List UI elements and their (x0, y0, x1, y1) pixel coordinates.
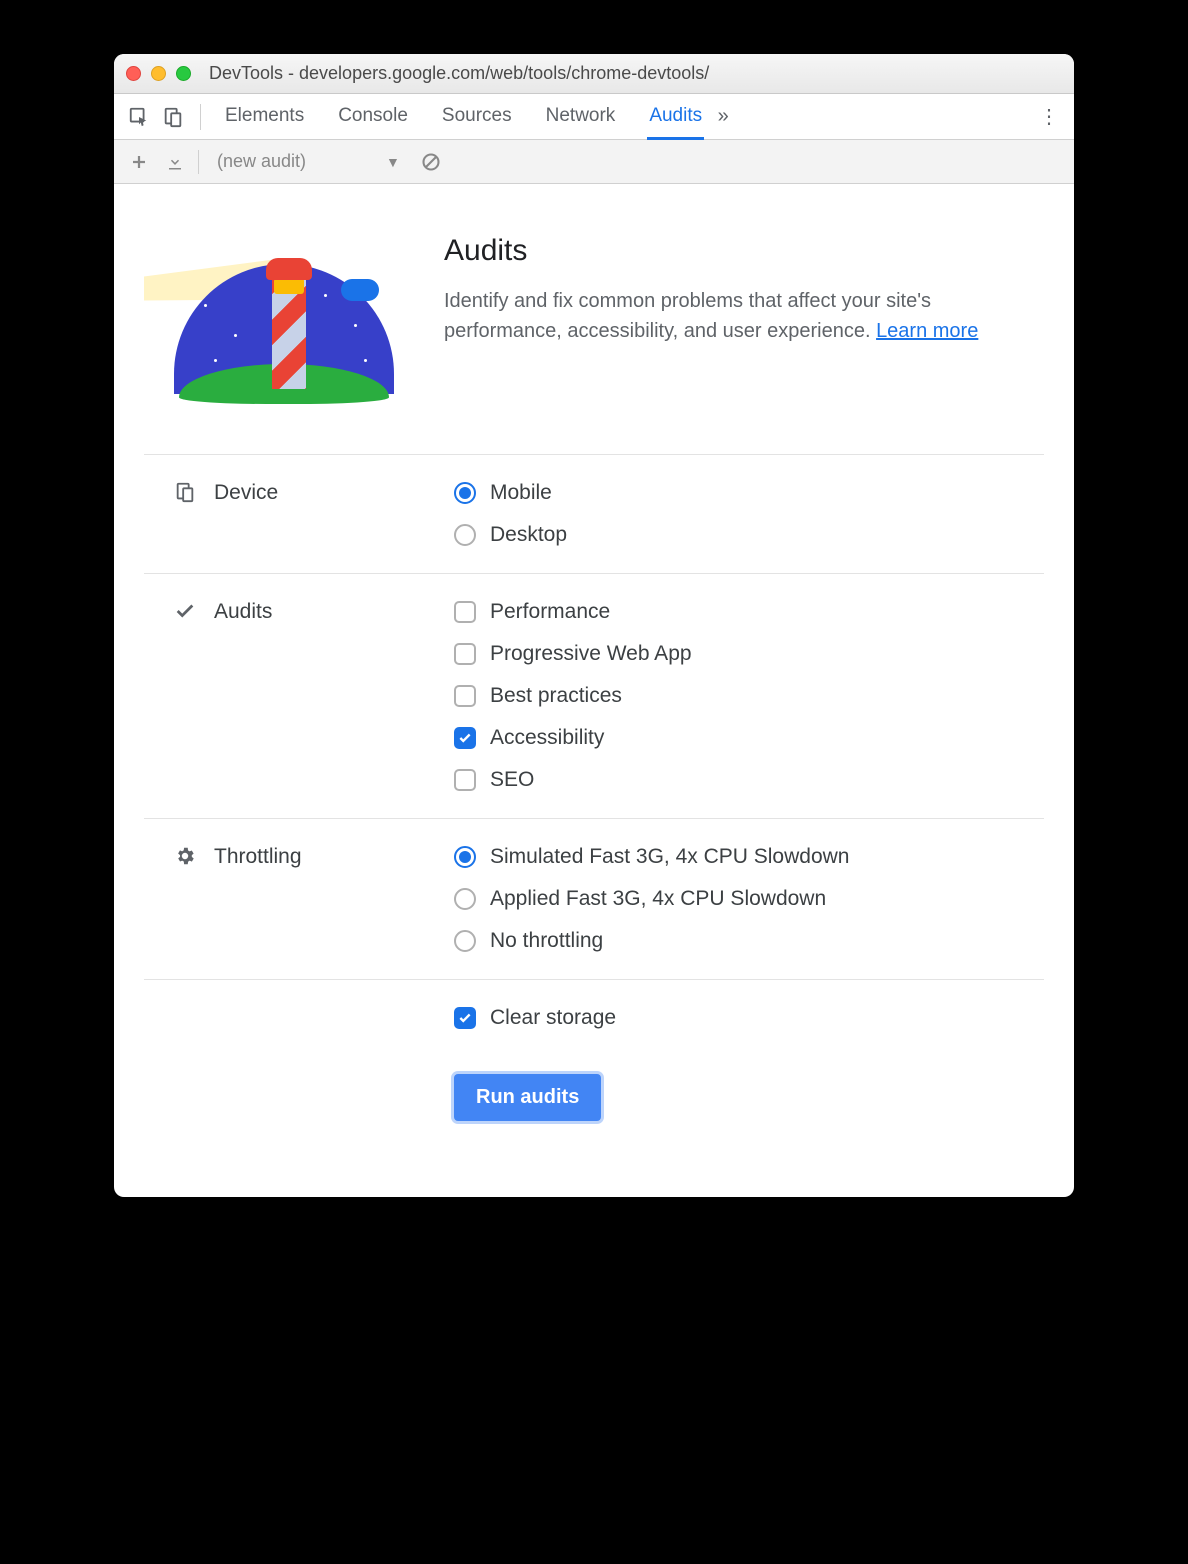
device-label: Device (154, 481, 434, 547)
storage-label-spacer (154, 1006, 434, 1121)
radio-icon (454, 524, 476, 546)
checkbox-icon (454, 727, 476, 749)
audit-option-best-practices[interactable]: Best practices (454, 684, 1034, 708)
checkbox-icon (454, 601, 476, 623)
learn-more-link[interactable]: Learn more (876, 320, 978, 342)
radio-icon (454, 482, 476, 504)
tab-audits[interactable]: Audits (647, 95, 704, 140)
device-section: Device Mobile Desktop (144, 454, 1044, 573)
audits-toolbar: (new audit) ▼ (114, 140, 1074, 184)
device-toolbar-icon[interactable] (158, 102, 188, 132)
checkbox-icon (454, 769, 476, 791)
chevron-down-icon: ▼ (386, 154, 400, 170)
clear-icon[interactable] (418, 149, 444, 175)
tab-sources[interactable]: Sources (440, 95, 514, 139)
window-title: DevTools - developers.google.com/web/too… (205, 63, 1062, 84)
gear-icon (174, 845, 198, 867)
throttling-option-none[interactable]: No throttling (454, 929, 1034, 953)
audits-options: Performance Progressive Web App Best pra… (454, 600, 1034, 792)
run-audits-button[interactable]: Run audits (454, 1074, 601, 1121)
devtools-window: DevTools - developers.google.com/web/too… (114, 54, 1074, 1197)
tab-network[interactable]: Network (544, 95, 618, 139)
audits-panel: Audits Identify and fix common problems … (114, 184, 1074, 1197)
checkbox-icon (454, 685, 476, 707)
throttling-option-simulated[interactable]: Simulated Fast 3G, 4x CPU Slowdown (454, 845, 1034, 869)
intro-section: Audits Identify and fix common problems … (144, 214, 1044, 454)
panel-tabs: Elements Console Sources Network Audits (223, 95, 704, 139)
divider (198, 150, 199, 174)
audit-select-value: (new audit) (217, 151, 306, 172)
divider (200, 104, 201, 130)
throttling-section: Throttling Simulated Fast 3G, 4x CPU Slo… (144, 818, 1044, 979)
panel-description: Identify and fix common problems that af… (444, 286, 1034, 346)
download-icon[interactable] (162, 149, 188, 175)
radio-icon (454, 888, 476, 910)
titlebar: DevTools - developers.google.com/web/too… (114, 54, 1074, 94)
maximize-icon[interactable] (176, 66, 191, 81)
throttling-label: Throttling (154, 845, 434, 953)
audits-section: Audits Performance Progressive Web App B… (144, 573, 1044, 818)
checkbox-icon (454, 1007, 476, 1029)
throttling-options: Simulated Fast 3G, 4x CPU Slowdown Appli… (454, 845, 1034, 953)
tab-elements[interactable]: Elements (223, 95, 306, 139)
storage-section: Clear storage Run audits (144, 979, 1044, 1147)
audit-option-pwa[interactable]: Progressive Web App (454, 642, 1034, 666)
tab-console[interactable]: Console (336, 95, 410, 139)
minimize-icon[interactable] (151, 66, 166, 81)
throttling-option-applied[interactable]: Applied Fast 3G, 4x CPU Slowdown (454, 887, 1034, 911)
more-tabs-icon[interactable]: » (708, 105, 738, 128)
audit-option-accessibility[interactable]: Accessibility (454, 726, 1034, 750)
clear-storage-option[interactable]: Clear storage (454, 1006, 1034, 1030)
audits-label: Audits (154, 600, 434, 792)
device-option-desktop[interactable]: Desktop (454, 523, 1034, 547)
inspect-element-icon[interactable] (124, 102, 154, 132)
check-icon (174, 600, 198, 622)
panel-heading: Audits (444, 234, 1034, 268)
audit-select[interactable]: (new audit) ▼ (209, 149, 408, 174)
devtools-tabbar: Elements Console Sources Network Audits … (114, 94, 1074, 140)
lighthouse-illustration (154, 234, 414, 414)
device-options: Mobile Desktop (454, 481, 1034, 547)
radio-icon (454, 930, 476, 952)
storage-options: Clear storage Run audits (454, 1006, 1034, 1121)
device-icon (174, 481, 198, 503)
audit-option-seo[interactable]: SEO (454, 768, 1034, 792)
intro-text: Audits Identify and fix common problems … (444, 234, 1034, 414)
kebab-menu-icon[interactable]: ⋮ (1034, 104, 1064, 129)
new-audit-icon[interactable] (126, 149, 152, 175)
traffic-lights (126, 66, 191, 81)
checkbox-icon (454, 643, 476, 665)
audit-option-performance[interactable]: Performance (454, 600, 1034, 624)
device-option-mobile[interactable]: Mobile (454, 481, 1034, 505)
radio-icon (454, 846, 476, 868)
close-icon[interactable] (126, 66, 141, 81)
